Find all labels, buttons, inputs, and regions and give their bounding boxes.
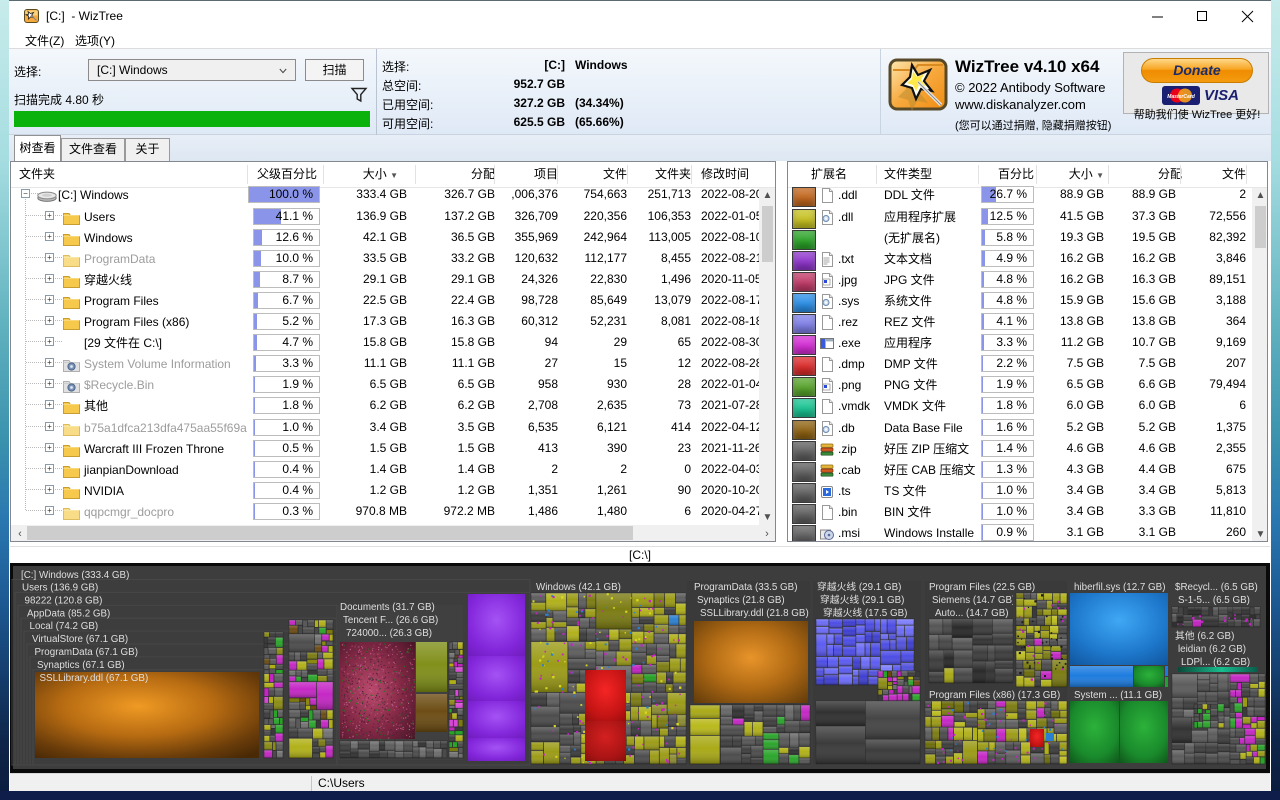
svg-text:ProgramData (67.1 GB): ProgramData (67.1 GB) — [35, 647, 138, 658]
svg-text:724000... (26.3 GB): 724000... (26.3 GB) — [346, 628, 432, 639]
svg-text:穿越火线 (17.5 GB): 穿越火线 (17.5 GB) — [823, 606, 907, 619]
svg-text:穿越火线 (29.1 GB): 穿越火线 (29.1 GB) — [820, 593, 904, 606]
svg-text:Siemens (14.7 GB): Siemens (14.7 GB) — [932, 595, 1015, 606]
svg-text:MasterCard: MasterCard — [1167, 94, 1195, 100]
svg-text:Documents (31.7 GB): Documents (31.7 GB) — [340, 602, 435, 613]
svg-text:Users (136.9 GB): Users (136.9 GB) — [22, 583, 98, 594]
svg-text:Program Files (22.5 GB): Program Files (22.5 GB) — [929, 582, 1035, 593]
svg-text:leidian (6.2 GB): leidian (6.2 GB) — [1178, 644, 1246, 655]
svg-text:Auto... (14.7 GB): Auto... (14.7 GB) — [935, 608, 1009, 619]
svg-text:[C:] Windows (333.4 GB): [C:] Windows (333.4 GB) — [21, 570, 129, 581]
svg-text:S-1-5... (6.5 GB): S-1-5... (6.5 GB) — [1178, 595, 1250, 606]
svg-text:98222 (120.8 GB): 98222 (120.8 GB) — [25, 595, 103, 606]
svg-text:AppData (85.2 GB): AppData (85.2 GB) — [27, 608, 110, 619]
svg-text:SSLLibrary.ddl (67.1 GB): SSLLibrary.ddl (67.1 GB) — [40, 673, 149, 684]
svg-text:Synaptics (67.1 GB): Synaptics (67.1 GB) — [37, 660, 125, 671]
svg-text:其他 (6.2 GB): 其他 (6.2 GB) — [1175, 629, 1234, 642]
svg-text:穿越火线 (29.1 GB): 穿越火线 (29.1 GB) — [817, 580, 901, 593]
svg-text:$Recycl... (6.5 GB): $Recycl... (6.5 GB) — [1175, 582, 1258, 593]
svg-text:Local (74.2 GB): Local (74.2 GB) — [30, 621, 99, 632]
svg-text:System ... (11.1 GB): System ... (11.1 GB) — [1074, 690, 1162, 701]
svg-text:VirtualStore (67.1 GB): VirtualStore (67.1 GB) — [32, 634, 128, 645]
svg-text:SSLLibrary.ddl (21.8 GB): SSLLibrary.ddl (21.8 GB) — [700, 608, 809, 619]
svg-text:Windows (42.1 GB): Windows (42.1 GB) — [536, 582, 621, 593]
svg-text:Tencent F... (26.6 GB): Tencent F... (26.6 GB) — [343, 615, 438, 626]
svg-text:hiberfil.sys (12.7 GB): hiberfil.sys (12.7 GB) — [1074, 582, 1165, 593]
svg-text:LDPl... (6.2 GB): LDPl... (6.2 GB) — [1181, 657, 1250, 668]
svg-text:Synaptics (21.8 GB): Synaptics (21.8 GB) — [697, 595, 785, 606]
svg-text:ProgramData (33.5 GB): ProgramData (33.5 GB) — [694, 582, 797, 593]
svg-text:Program Files (x86) (17.3 GB): Program Files (x86) (17.3 GB) — [929, 690, 1060, 701]
